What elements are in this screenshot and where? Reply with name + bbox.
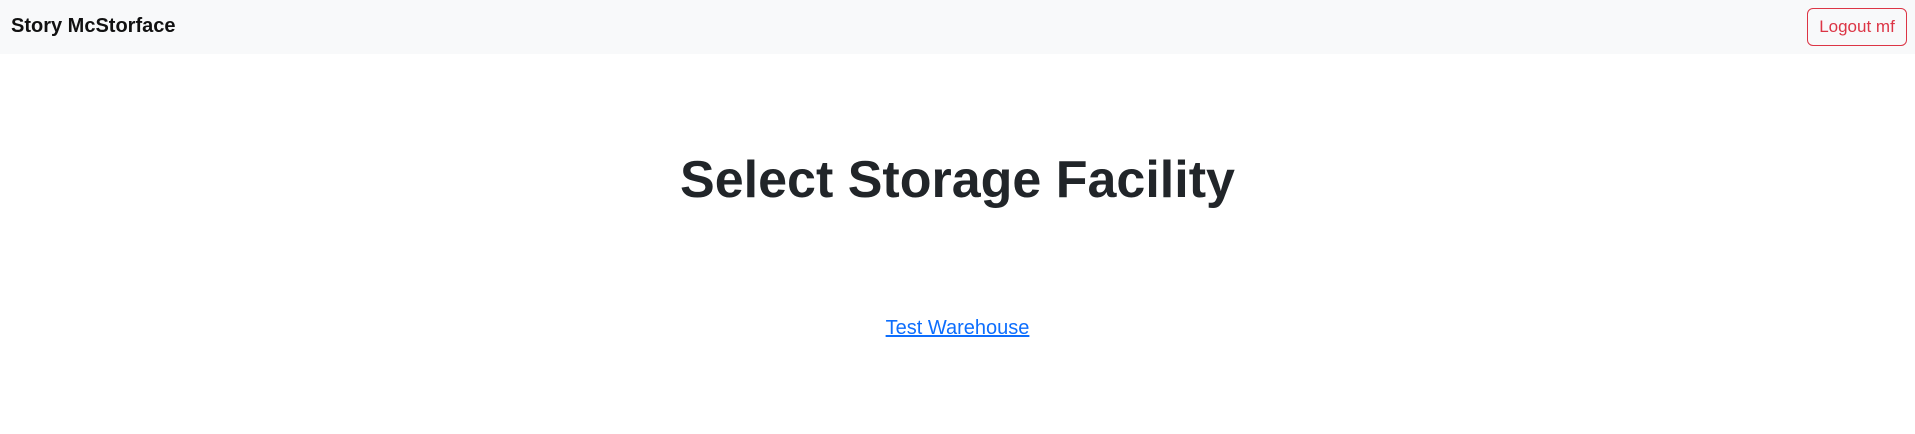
page-title: Select Storage Facility <box>680 151 1235 209</box>
facility-link-test-warehouse[interactable]: Test Warehouse <box>886 317 1030 339</box>
logout-button[interactable]: Logout mf <box>1807 8 1907 46</box>
top-navbar: Story McStorface Logout mf <box>0 0 1915 54</box>
facility-list: Test Warehouse <box>0 314 1915 342</box>
brand-link[interactable]: Story McStorface <box>11 13 176 39</box>
